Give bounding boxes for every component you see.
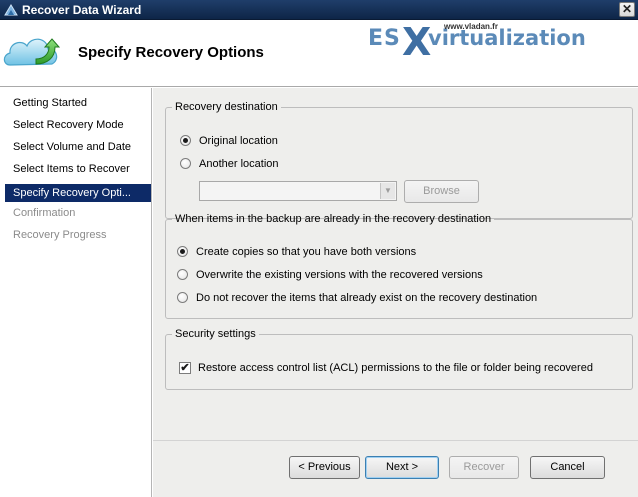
check-icon[interactable]: ✔ [179, 362, 191, 374]
wizard-header: Specify Recovery Options ES X virtualiza… [0, 20, 638, 87]
sidebar-item-getting-started[interactable]: Getting Started [5, 94, 151, 112]
brand-x: X [402, 20, 432, 64]
radio-label: Create copies so that you have both vers… [196, 246, 417, 258]
radio-button[interactable] [177, 269, 188, 280]
page-title: Specify Recovery Options [78, 44, 264, 61]
location-path-combo: ▼ [199, 181, 397, 201]
brand-url: www.vladan.fr [444, 22, 498, 31]
brand-es: ES [368, 26, 401, 51]
wizard-steps-sidebar: Getting Started Select Recovery Mode Sel… [0, 88, 152, 497]
brand-watermark: ES X virtualization www.vladan.fr [368, 20, 598, 72]
sidebar-item-select-items-to-recover[interactable]: Select Items to Recover [5, 160, 151, 178]
sidebar-item-confirmation: Confirmation [13, 207, 76, 219]
sidebar-item-select-volume-and-date[interactable]: Select Volume and Date [5, 138, 151, 156]
radio-label: Overwrite the existing versions with the… [196, 269, 483, 281]
previous-button[interactable]: < Previous [289, 456, 360, 479]
recovery-destination-legend: Recovery destination [175, 101, 278, 113]
browse-button: Browse [404, 180, 479, 203]
wizard-content: Recovery destination Original location A… [153, 88, 638, 497]
next-button[interactable]: Next > [365, 456, 439, 479]
server-backup-icon [4, 4, 18, 16]
sidebar-item-specify-recovery-options[interactable]: Specify Recovery Opti... [5, 184, 151, 202]
cancel-button[interactable]: Cancel [530, 456, 605, 479]
radio-button[interactable] [177, 292, 188, 303]
close-button[interactable]: ✕ [619, 2, 635, 17]
sidebar-item-select-recovery-mode[interactable]: Select Recovery Mode [5, 116, 151, 134]
radio-button[interactable] [180, 158, 191, 169]
security-settings-legend: Security settings [175, 328, 256, 340]
security-settings-group: Security settings ✔ Restore access contr… [165, 328, 633, 390]
radio-button-selected[interactable] [180, 135, 191, 146]
footer-separator [153, 440, 638, 441]
close-icon: ✕ [621, 2, 633, 16]
existing-items-legend: When items in the backup are already in … [175, 213, 492, 225]
chevron-down-icon: ▼ [380, 183, 395, 199]
radio-label: Original location [199, 135, 278, 147]
checkbox-label: Restore access control list (ACL) permis… [198, 362, 593, 374]
radio-button-selected[interactable] [177, 246, 188, 257]
radio-label: Another location [199, 158, 279, 170]
sidebar-item-recovery-progress: Recovery Progress [13, 229, 107, 241]
radio-label: Do not recover the items that already ex… [196, 292, 538, 304]
recover-button: Recover [449, 456, 519, 479]
cloud-recover-icon [3, 38, 61, 66]
title-bar: Recover Data Wizard ✕ [0, 0, 638, 20]
recovery-destination-group: Recovery destination Original location A… [165, 101, 633, 219]
existing-items-group: When items in the backup are already in … [165, 213, 633, 319]
window-title: Recover Data Wizard [22, 3, 142, 17]
